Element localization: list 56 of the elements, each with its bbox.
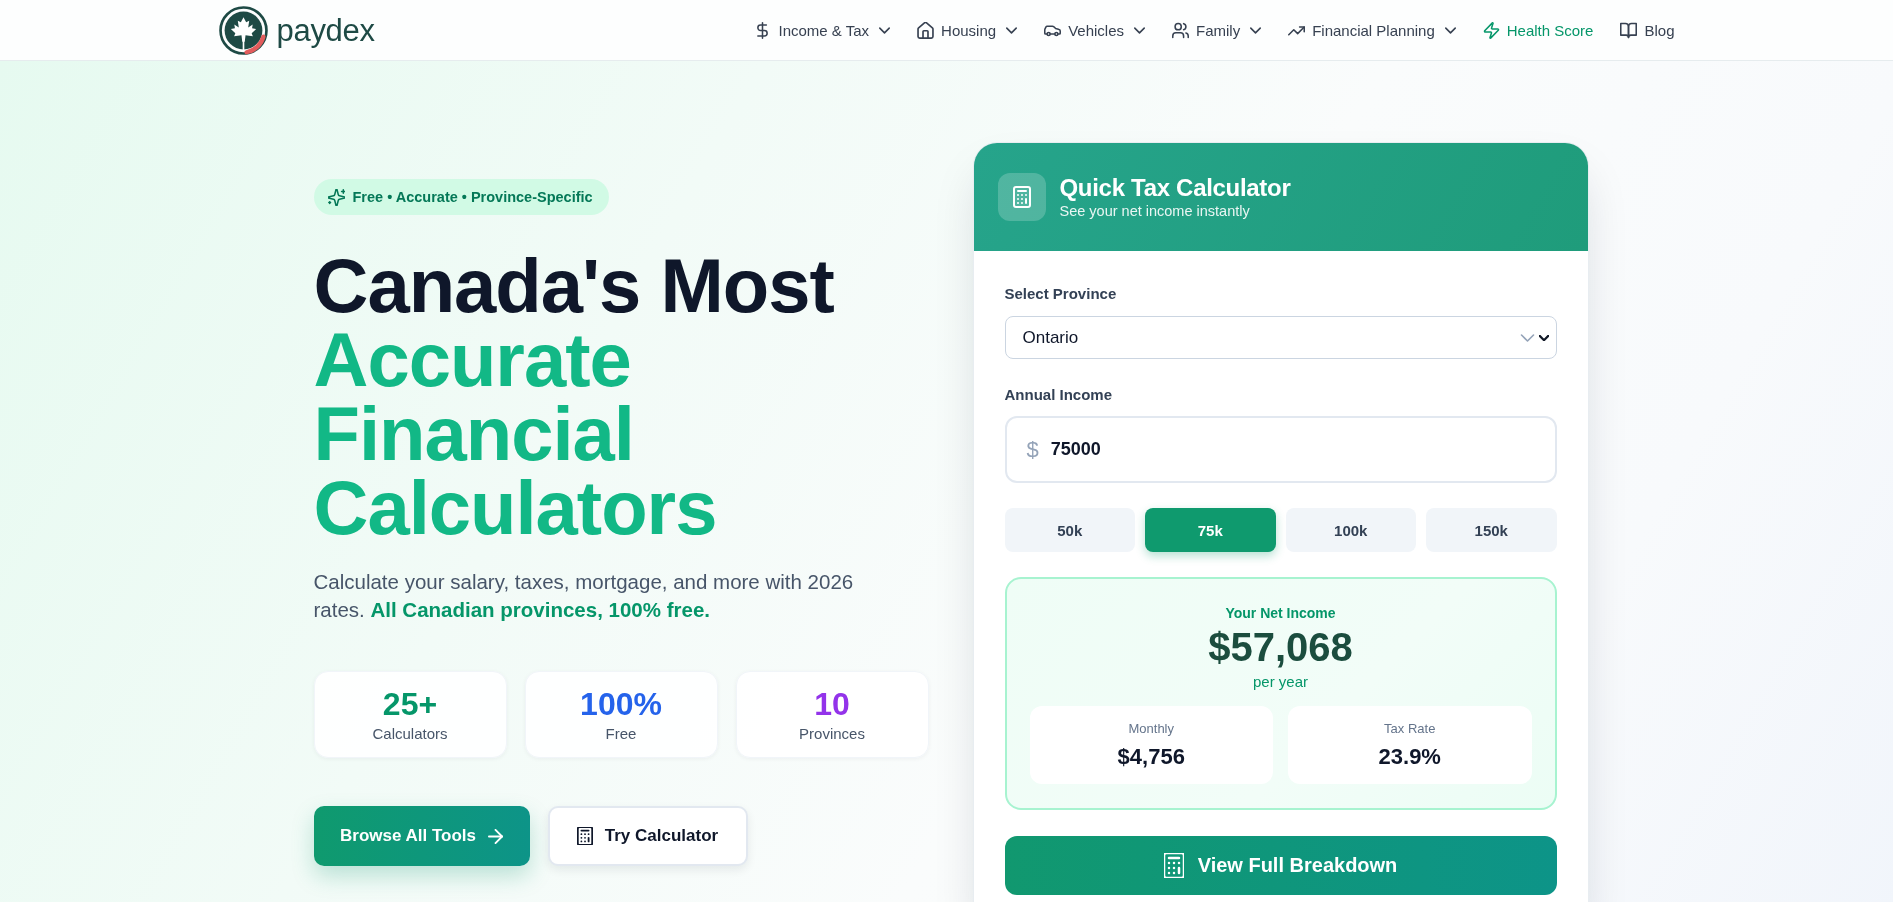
hero-title-highlight: Accurate Financial Calculators: [313, 323, 718, 545]
badge-text: Free • Accurate • Province-Specific: [352, 189, 593, 205]
hero-description: Calculate your salary, taxes, mortgage, and more with 2026 rates. All Canadian provinces, 100% free.: [313, 569, 855, 623]
logo-link[interactable]: paydex: [218, 5, 375, 55]
preset-button[interactable]: 100k: [1285, 508, 1416, 552]
book-icon: [1620, 21, 1638, 39]
view-breakdown-button[interactable]: View Full Breakdown: [1004, 836, 1557, 895]
chevron-down-icon: [1006, 26, 1018, 34]
primary-button[interactable]: Browse All Tools: [313, 806, 530, 866]
stat-label: Free: [605, 723, 637, 744]
chevron-down-icon: [1519, 333, 1535, 342]
hero-title: Canada's Most: [313, 249, 835, 323]
breakdown-value: $4,756: [1117, 743, 1185, 770]
arrow-right-icon: [488, 828, 503, 844]
province-select[interactable]: Ontario: [1004, 316, 1557, 359]
chevron-down-icon: [1250, 26, 1262, 34]
nav-link[interactable]: Vehicles: [1044, 21, 1145, 39]
chevron-down-icon: [1134, 26, 1145, 34]
secondary-button[interactable]: Try Calculator: [547, 806, 748, 866]
calculator-icon: [1163, 853, 1184, 878]
stat-value: 25+: [382, 685, 438, 722]
breakdown-value: 23.9%: [1378, 743, 1441, 770]
result-label: Your Net Income: [1225, 604, 1336, 623]
chevron-down-icon: [1444, 26, 1456, 34]
lightning-icon: [1482, 21, 1500, 39]
nav-link[interactable]: Income & Tax: [754, 21, 891, 39]
sparkle-icon: [327, 188, 345, 206]
breakdown-label: Tax Rate: [1384, 720, 1436, 738]
house-icon: [917, 21, 935, 39]
breakdown-label: Monthly: [1128, 720, 1174, 738]
card-title: Quick Tax Calculator: [1059, 173, 1291, 202]
nav-link[interactable]: Health Score: [1482, 21, 1594, 39]
nav-link[interactable]: Blog: [1620, 21, 1675, 39]
chevron-down-icon: [879, 26, 891, 34]
income-input[interactable]: $ 75000: [1004, 416, 1557, 483]
stat-label: Provinces: [799, 723, 865, 744]
stat-label: Calculators: [372, 723, 448, 744]
calculator-icon: [576, 827, 593, 845]
result-period: per year: [1253, 672, 1308, 692]
maple-leaf-logo-icon: [218, 5, 268, 55]
card-subtitle: See your net income instantly: [1059, 202, 1250, 221]
preset-button[interactable]: 75k: [1145, 508, 1276, 552]
field-label: Annual Income: [1004, 385, 1112, 405]
result-amount: $57,068: [1208, 624, 1353, 670]
chevron-down-icon: [1538, 334, 1549, 341]
currency-symbol: $: [1026, 436, 1039, 463]
preset-button[interactable]: 50k: [1004, 508, 1135, 552]
nav-link[interactable]: Housing: [917, 21, 1018, 39]
people-icon: [1172, 21, 1189, 39]
nav-link[interactable]: Family: [1172, 21, 1262, 39]
field-label: Select Province: [1004, 284, 1117, 304]
nav-link[interactable]: Financial Planning: [1288, 21, 1456, 39]
stat-value: 100%: [580, 685, 662, 722]
preset-button[interactable]: 150k: [1426, 508, 1557, 552]
calculator-icon: [997, 173, 1046, 221]
stat-value: 10: [814, 685, 850, 722]
